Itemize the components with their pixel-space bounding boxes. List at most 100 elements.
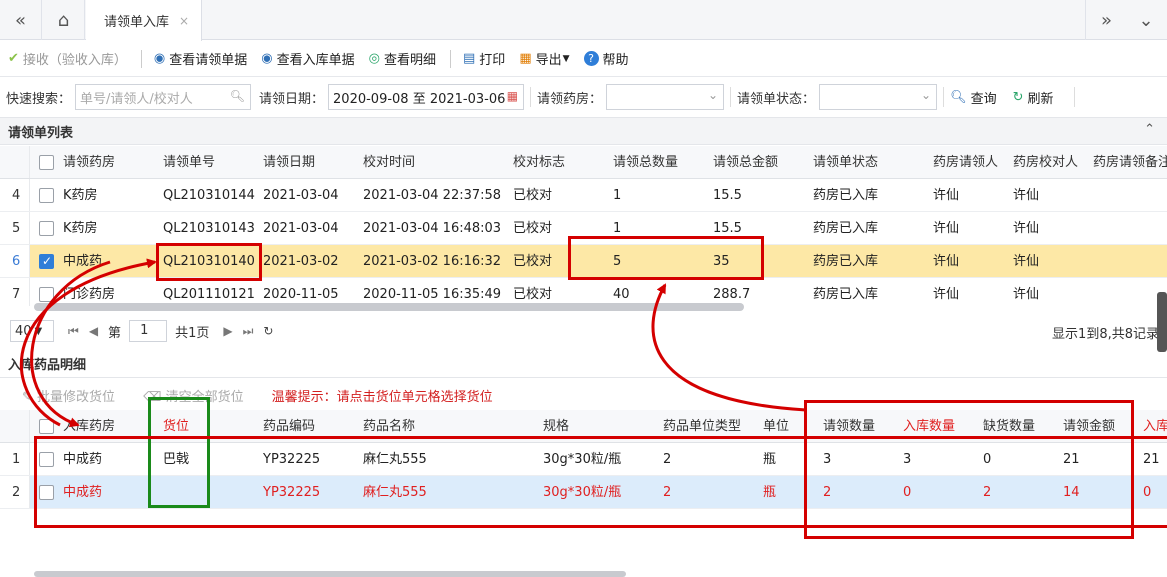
- column-header[interactable]: 请领日期: [263, 146, 315, 179]
- cell-drug-name: 麻仁丸555: [363, 485, 427, 500]
- column-header[interactable]: 药房校对人: [1013, 146, 1078, 179]
- vertical-scrollbar[interactable]: [1157, 292, 1167, 352]
- close-icon[interactable]: ×: [179, 14, 189, 28]
- printer-icon: ▤: [463, 51, 476, 66]
- view-inbound-button[interactable]: ◉ 查看入库单据: [261, 49, 354, 68]
- row-number-column: [0, 410, 30, 442]
- print-button[interactable]: ▤ 打印: [463, 49, 505, 68]
- chevron-down-icon: ⌄: [707, 88, 719, 102]
- cell-check-time: 2021-03-04 22:37:58: [363, 188, 502, 203]
- table-row[interactable]: 1 中成药 巴戟 YP32225 麻仁丸555 30g*30粒/瓶 2 瓶 3 …: [0, 443, 1167, 476]
- column-header[interactable]: 请领药房: [63, 146, 115, 179]
- column-header[interactable]: 入库数量: [903, 410, 955, 443]
- table-row[interactable]: 7 门诊药房 QL201110121 2020-11-05 2020-11-05…: [0, 278, 1167, 306]
- quick-search-input[interactable]: 单号/请领人/校对人 🔍︎: [75, 84, 252, 110]
- cell-requester: 许仙: [933, 188, 960, 203]
- pharmacy-select[interactable]: ⌄: [606, 84, 725, 110]
- column-header[interactable]: 药品名称: [363, 410, 415, 443]
- cell-amount: 15.5: [713, 221, 742, 236]
- view-inbound-label: 查看入库单据: [276, 53, 355, 68]
- pagination-bar: 40 ▼ ⏮ ◀ 第 1 共1页 ▶ ⏭ ↻ 显示1到8,共8记录: [0, 314, 1167, 348]
- table-row-selected[interactable]: 6 中成药 QL210310140 2021-03-02 2021-03-02 …: [0, 245, 1167, 278]
- column-header[interactable]: 规格: [543, 410, 569, 443]
- row-number: 6: [12, 254, 21, 269]
- column-header[interactable]: 入库: [1143, 410, 1167, 443]
- table-header: 请领药房 请领单号 请领日期 校对时间 校对标志 请领总数量 请领总金额 请领单…: [0, 146, 1167, 179]
- cell-flag: 已校对: [513, 254, 553, 269]
- column-header[interactable]: 校对标志: [513, 146, 565, 179]
- select-all-checkbox[interactable]: [39, 155, 54, 170]
- edit-icon: ✎: [22, 389, 33, 405]
- table-row[interactable]: 4 K药房 QL210310144 2021-03-04 2021-03-04 …: [0, 179, 1167, 212]
- view-detail-label: 查看明细: [383, 53, 436, 68]
- chevron-up-icon[interactable]: ⌃: [1144, 122, 1155, 137]
- cell-check-time: 2021-03-04 16:48:03: [363, 221, 502, 236]
- double-chevron-left-icon[interactable]: «: [0, 0, 42, 40]
- chevron-down-icon[interactable]: ⌄: [1125, 0, 1167, 40]
- refresh-button[interactable]: ↻ 刷新: [1013, 88, 1054, 107]
- column-header[interactable]: 入库药房: [63, 410, 115, 443]
- row-checkbox[interactable]: [39, 287, 54, 302]
- column-header[interactable]: 药品编码: [263, 410, 315, 443]
- last-page-icon[interactable]: ⏭: [243, 324, 254, 339]
- batch-edit-location-button[interactable]: ✎ 批量修改货位: [22, 386, 115, 405]
- cell-request-qty: 3: [823, 452, 832, 467]
- row-checkbox[interactable]: [39, 485, 54, 500]
- eye-icon: ◎: [368, 51, 380, 66]
- row-checkbox[interactable]: [39, 246, 54, 276]
- cell-pharmacy: K药房: [63, 188, 98, 203]
- column-header[interactable]: 请领单号: [163, 146, 215, 179]
- next-page-icon[interactable]: ▶: [223, 324, 232, 338]
- table-row[interactable]: 5 K药房 QL210310143 2021-03-04 2021-03-04 …: [0, 212, 1167, 245]
- cell-inbound-qty: 0: [903, 485, 912, 500]
- page-size-select[interactable]: 40 ▼: [10, 320, 54, 342]
- select-all-checkbox[interactable]: [39, 419, 54, 434]
- home-icon[interactable]: ⌂: [43, 0, 85, 40]
- receive-button[interactable]: ✔ 接收（验收入库）: [8, 49, 127, 68]
- page-number-input[interactable]: 1: [129, 320, 168, 342]
- column-header[interactable]: 请领数量: [823, 410, 875, 443]
- row-checkbox[interactable]: [39, 452, 54, 467]
- cell-check-time: 2021-03-02 16:16:32: [363, 254, 502, 269]
- cell-checker: 许仙: [1013, 287, 1040, 302]
- view-detail-button[interactable]: ◎ 查看明细: [369, 49, 436, 68]
- horizontal-scrollbar[interactable]: [34, 571, 626, 577]
- row-checkbox[interactable]: [39, 188, 54, 203]
- cell-unit-type: 2: [663, 452, 672, 467]
- cell-shortage-qty: 2: [983, 485, 992, 500]
- cell-date: 2021-03-04: [263, 188, 339, 203]
- query-button[interactable]: 🔍︎ 查询: [950, 88, 997, 107]
- help-button[interactable]: ? 帮助: [583, 49, 629, 68]
- row-checkbox[interactable]: [39, 221, 54, 236]
- column-header[interactable]: 请领总金额: [713, 146, 778, 179]
- cell-spec: 30g*30粒/瓶: [543, 485, 622, 500]
- status-select[interactable]: ⌄: [819, 84, 938, 110]
- double-chevron-right-icon[interactable]: »: [1085, 0, 1127, 40]
- column-header[interactable]: 缺货数量: [983, 410, 1035, 443]
- column-header[interactable]: 药房请领人: [933, 146, 998, 179]
- clear-label: 清空全部货位: [165, 389, 244, 405]
- calendar-icon[interactable]: ▦: [507, 89, 518, 103]
- column-header[interactable]: 请领金额: [1063, 410, 1115, 443]
- row-number: 4: [12, 188, 21, 203]
- reload-icon[interactable]: ↻: [263, 324, 273, 338]
- view-request-button[interactable]: ◉ 查看请领单据: [154, 49, 247, 68]
- tab-request-inbound[interactable]: 请领单入库 ×: [86, 0, 202, 41]
- search-icon: 🔍︎: [229, 89, 246, 103]
- column-header[interactable]: 药品单位类型: [663, 410, 741, 443]
- column-header[interactable]: 药房请领备注: [1093, 146, 1167, 179]
- column-header[interactable]: 请领单状态: [813, 146, 878, 179]
- export-button[interactable]: ▦ 导出 ▼: [519, 49, 569, 68]
- horizontal-scrollbar[interactable]: [34, 303, 744, 311]
- date-range-input[interactable]: 2020-09-08 至 2021-03-06 ▦: [328, 84, 525, 110]
- table-row[interactable]: 2 中成药 YP32225 麻仁丸555 30g*30粒/瓶 2 瓶 2 0 2…: [0, 476, 1167, 509]
- prev-page-icon[interactable]: ◀: [89, 324, 98, 338]
- cell-location[interactable]: 巴戟: [163, 443, 189, 476]
- cell-spec: 30g*30粒/瓶: [543, 452, 622, 467]
- clear-locations-button[interactable]: ⌫ 清空全部货位: [143, 386, 244, 405]
- column-header[interactable]: 请领总数量: [613, 146, 678, 179]
- column-header[interactable]: 校对时间: [363, 146, 415, 179]
- column-header[interactable]: 单位: [763, 410, 789, 443]
- column-header[interactable]: 货位: [163, 410, 189, 443]
- first-page-icon[interactable]: ⏮: [68, 324, 79, 339]
